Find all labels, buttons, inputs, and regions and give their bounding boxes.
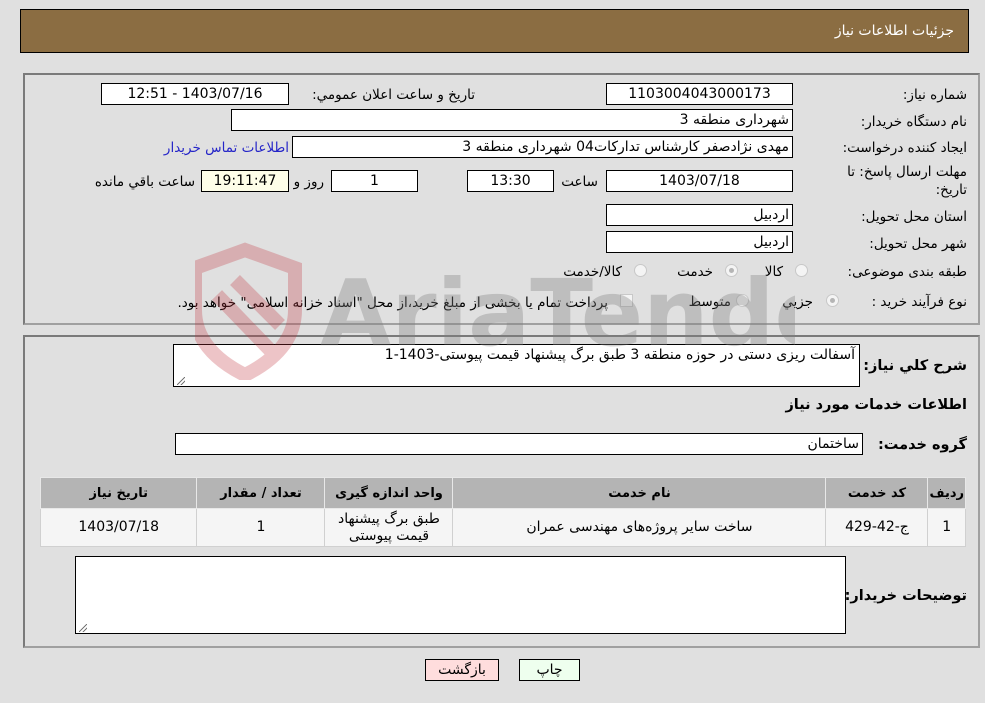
category-radio-service[interactable] bbox=[725, 264, 738, 277]
deadline-time-field: 13:30 bbox=[467, 170, 554, 192]
services-heading: اطلاعات خدمات مورد نیاز bbox=[785, 397, 967, 413]
cell-need-date: 1403/07/18 bbox=[39, 508, 198, 547]
need-number-field: 1103004043000173 bbox=[606, 83, 793, 105]
deadline-label-1: مهلت ارسال پاسخ: تا bbox=[847, 164, 967, 180]
service-group-label: گروه خدمت: bbox=[877, 437, 967, 453]
col-header-need-date: تاریخ نیاز bbox=[39, 477, 198, 509]
col-header-service-name: نام خدمت bbox=[452, 477, 827, 509]
process-radio-medium[interactable] bbox=[736, 294, 749, 307]
resize-grip-icon[interactable] bbox=[177, 377, 185, 385]
days-remaining-field: 1 bbox=[331, 170, 418, 192]
province-label: استان محل تحویل: bbox=[861, 209, 967, 225]
announce-field: 1403/07/16 - 12:51 bbox=[101, 83, 289, 105]
need-number-label: شماره نیاز: bbox=[902, 87, 967, 103]
buyer-org-field: شهرداری منطقه 3 bbox=[231, 109, 793, 131]
category-label: طبقه بندی موضوعی: bbox=[847, 264, 967, 280]
category-radio-goods[interactable] bbox=[795, 264, 808, 277]
col-header-service-code: کد خدمت bbox=[825, 477, 929, 509]
description-textarea[interactable]: آسفالت ریزی دستی در حوزه منطقه 3 طبق برگ… bbox=[173, 344, 860, 387]
deadline-label-2: تاریخ: bbox=[935, 182, 967, 198]
category-option-goods-service: کالا/خدمت bbox=[563, 264, 622, 280]
print-button[interactable]: چاپ bbox=[519, 659, 580, 681]
description-text: آسفالت ریزی دستی در حوزه منطقه 3 طبق برگ… bbox=[384, 347, 855, 363]
page-title: جزئیات اطلاعات نیاز bbox=[834, 23, 954, 39]
cell-row-number: 1 bbox=[927, 508, 966, 547]
table-row: 1 ج-42-429 ساخت سایر پروژه‌های مهندسی عم… bbox=[39, 508, 966, 547]
buyer-notes-textarea[interactable] bbox=[75, 556, 846, 634]
back-button[interactable]: بازگشت bbox=[425, 659, 499, 681]
resize-grip-icon[interactable] bbox=[79, 624, 87, 632]
description-label: شرح کلي نياز: bbox=[863, 358, 967, 374]
cell-unit: طبق برگ پیشنهاد قیمت پیوستی bbox=[324, 508, 454, 547]
creator-label: ایجاد کننده درخواست: bbox=[842, 140, 967, 156]
service-group-field: ساختمان bbox=[175, 433, 863, 455]
process-option-medium: متوسط bbox=[688, 294, 731, 310]
category-option-goods: کالا bbox=[764, 264, 783, 280]
cell-service-name: ساخت سایر پروژه‌های مهندسی عمران bbox=[452, 508, 827, 547]
process-radio-minor[interactable] bbox=[826, 294, 839, 307]
creator-field: مهدی نژادصفر کارشناس تدارکات04 شهرداری م… bbox=[292, 136, 793, 158]
col-header-unit: واحد اندازه گیری bbox=[324, 477, 454, 509]
cell-quantity: 1 bbox=[196, 508, 326, 547]
province-field: اردبیل bbox=[606, 204, 793, 226]
remaining-time-field: 19:11:47 bbox=[201, 170, 289, 192]
col-header-quantity: تعداد / مقدار bbox=[196, 477, 326, 509]
process-option-minor: جزيي bbox=[782, 294, 813, 310]
table-header-row: ردیف کد خدمت نام خدمت واحد اندازه گیری ت… bbox=[39, 477, 966, 509]
treasury-checkbox[interactable] bbox=[620, 294, 633, 307]
page-header: جزئیات اطلاعات نیاز bbox=[20, 9, 969, 53]
announce-label: تاریخ و ساعت اعلان عمومي: bbox=[312, 87, 475, 103]
category-option-service: خدمت bbox=[677, 264, 713, 280]
buyer-notes-label: توضیحات خریدار: bbox=[844, 588, 967, 604]
buyer-contact-link[interactable]: اطلاعات تماس خریدار bbox=[164, 140, 289, 156]
process-label: نوع فرآیند خرید : bbox=[871, 294, 967, 310]
col-header-row-number: ردیف bbox=[927, 477, 966, 509]
services-table: ردیف کد خدمت نام خدمت واحد اندازه گیری ت… bbox=[39, 477, 966, 547]
remaining-label: ساعت باقي مانده bbox=[94, 174, 195, 190]
buyer-org-label: نام دستگاه خریدار: bbox=[860, 114, 967, 130]
cell-service-code: ج-42-429 bbox=[825, 508, 929, 547]
days-label: روز و bbox=[293, 174, 324, 190]
category-radio-goods-service[interactable] bbox=[634, 264, 647, 277]
city-label: شهر محل تحویل: bbox=[869, 236, 967, 252]
treasury-note: پرداخت تمام یا بخشی از مبلغ خرید،از محل … bbox=[177, 295, 608, 311]
deadline-time-label: ساعت bbox=[561, 174, 598, 190]
deadline-date-field: 1403/07/18 bbox=[606, 170, 793, 192]
city-field: اردبیل bbox=[606, 231, 793, 253]
